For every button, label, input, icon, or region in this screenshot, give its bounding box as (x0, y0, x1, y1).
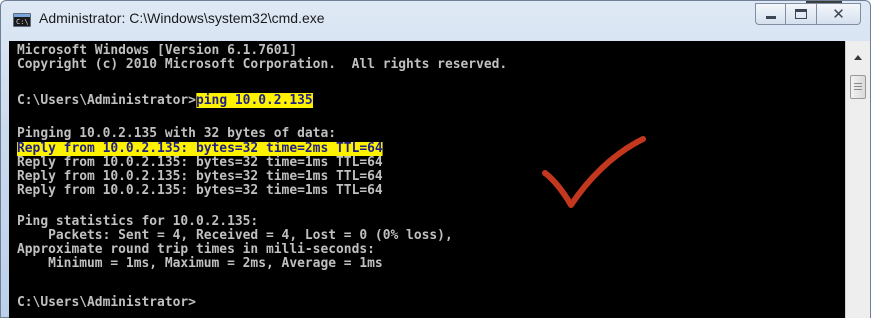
console-line: Approximate round trip times in milli-se… (17, 242, 375, 257)
console-line: Packets: Sent = 4, Received = 4, Lost = … (17, 228, 453, 243)
highlighted-reply-line: Reply from 10.0.2.135: bytes=32 time=2ms… (17, 141, 383, 156)
maximize-button[interactable] (786, 3, 817, 25)
console-line: Microsoft Windows [Version 6.1.7601] (17, 43, 298, 58)
console-line: Ping statistics for 10.0.2.135: (17, 214, 259, 229)
console-line: Reply from 10.0.2.135: bytes=32 time=1ms… (17, 155, 383, 170)
close-button[interactable]: ✕ (817, 3, 861, 25)
prompt-path: C:\Users\Administrator> (17, 93, 196, 108)
close-icon: ✕ (832, 5, 845, 23)
scroll-up-arrow-icon[interactable] (854, 55, 862, 60)
command-text: ping 10.0.2.135 (195, 93, 313, 108)
vertical-scrollbar[interactable] (845, 41, 870, 318)
console-line: Reply from 10.0.2.135: bytes=32 time=1ms… (17, 169, 383, 184)
checkmark-icon (542, 136, 646, 208)
console-prompt-line: C:\Users\Administrator>ping 10.0.2.135 (17, 93, 313, 108)
cmd-icon[interactable]: C:\ (13, 13, 31, 27)
console-line: Minimum = 1ms, Maximum = 2ms, Average = … (17, 256, 383, 271)
cmd-window: C:\ Administrator: C:\Windows\system32\c… (0, 0, 871, 318)
maximize-icon (795, 9, 807, 19)
console-area[interactable]: Microsoft Windows [Version 6.1.7601] Cop… (9, 41, 845, 318)
minimize-icon (766, 16, 776, 19)
minimize-button[interactable] (755, 3, 786, 25)
console-line: Reply from 10.0.2.135: bytes=32 time=1ms… (17, 183, 383, 198)
cmd-icon-glyph: C:\ (16, 18, 29, 26)
scrollbar-thumb[interactable] (850, 75, 866, 99)
console-line: Pinging 10.0.2.135 with 32 bytes of data… (17, 126, 337, 141)
title-bar[interactable]: C:\ Administrator: C:\Windows\system32\c… (1, 1, 870, 41)
prompt-path: C:\Users\Administrator> (17, 295, 196, 310)
window-title: Administrator: C:\Windows\system32\cmd.e… (39, 10, 325, 26)
console-prompt-line: C:\Users\Administrator> (17, 296, 196, 310)
window-controls: ✕ (755, 3, 861, 25)
console-line: Copyright (c) 2010 Microsoft Corporation… (17, 57, 508, 72)
